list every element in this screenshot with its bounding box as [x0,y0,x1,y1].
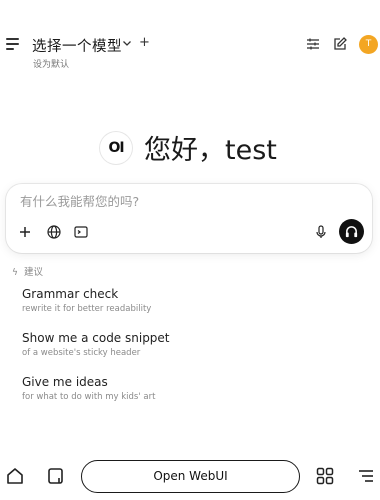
suggestions-header-label: 建议 [24,267,44,278]
suggestion-item[interactable]: Show me a code snippet of a website's st… [22,331,322,358]
suggestion-subtitle: of a website's sticky header [22,348,141,358]
microphone-icon[interactable] [313,224,329,240]
chevron-down-icon[interactable] [122,38,132,48]
greeting-text: 您好，test [144,135,277,166]
plus-icon[interactable] [17,224,33,240]
suggestion-title: Give me ideas [22,375,108,389]
globe-icon[interactable] [46,224,62,240]
new-chat-icon[interactable] [332,36,348,52]
menu-icon[interactable] [6,38,20,50]
message-input[interactable] [20,194,350,209]
tabs-icon[interactable] [46,466,66,486]
apps-grid-icon[interactable] [315,466,335,486]
home-icon[interactable] [5,466,25,486]
greeting: OI 您好，test [0,128,380,168]
controls-icon[interactable] [305,36,321,52]
suggestions-header: ϟ 建议 [12,264,43,278]
set-default-link[interactable]: 设为默认 [33,57,69,70]
suggestion-item[interactable]: Grammar check rewrite it for better read… [22,287,322,314]
model-selector[interactable]: 选择一个模型 [32,35,122,56]
bottom-bar: Open WebUI [0,452,380,500]
options-menu-icon[interactable] [356,466,376,486]
suggestion-subtitle: for what to do with my kids' art [22,392,156,402]
open-webui-button[interactable]: Open WebUI [81,460,300,493]
headphones-icon [345,226,358,238]
avatar[interactable]: T [359,35,378,54]
lightning-icon: ϟ [12,268,18,278]
suggestion-item[interactable]: Give me ideas for what to do with my kid… [22,375,322,402]
suggestion-title: Show me a code snippet [22,331,170,345]
message-composer [6,184,372,253]
app-logo: OI [100,132,132,164]
voice-mode-button[interactable] [339,219,364,244]
add-model-icon[interactable]: + [139,35,150,50]
terminal-icon[interactable] [73,224,89,240]
top-bar: 选择一个模型 + 设为默认 T [0,0,380,72]
suggestion-subtitle: rewrite it for better readability [22,304,152,314]
suggestion-title: Grammar check [22,287,119,301]
